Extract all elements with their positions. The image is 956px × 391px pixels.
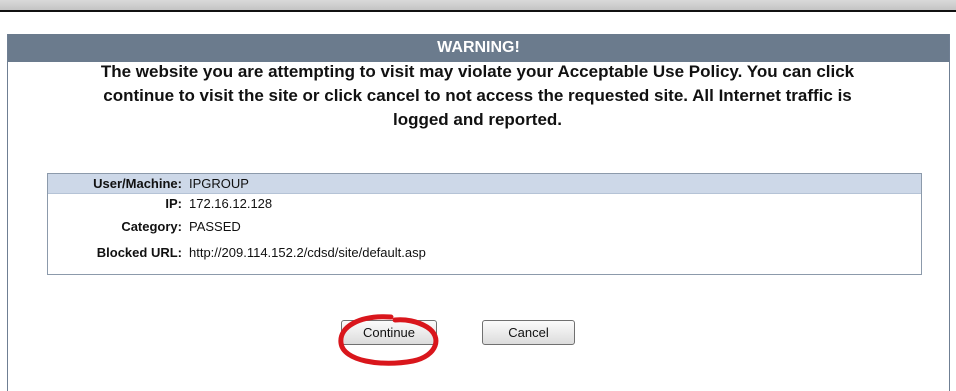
info-value-category: PASSED — [189, 219, 241, 234]
warning-title: WARNING! — [8, 34, 949, 62]
info-row-user-machine: User/Machine: IPGROUP — [48, 174, 921, 194]
continue-button[interactable]: Continue — [341, 320, 437, 345]
policy-message: The website you are attempting to visit … — [7, 60, 948, 132]
policy-message-line-1: The website you are attempting to visit … — [100, 62, 855, 81]
browser-top-bar — [0, 0, 956, 12]
info-row-blocked-url: Blocked URL: http://209.114.152.2/cdsd/s… — [48, 240, 921, 266]
policy-message-line-3: logged and reported. — [392, 110, 563, 129]
info-label-user-machine: User/Machine: — [93, 176, 182, 191]
info-label-category: Category: — [121, 219, 182, 234]
info-row-ip: IP: 172.16.12.128 — [48, 194, 921, 214]
cancel-button[interactable]: Cancel — [482, 320, 575, 345]
info-value-ip: 172.16.12.128 — [189, 196, 273, 211]
info-row-category: Category: PASSED — [48, 214, 921, 240]
policy-message-line-2: continue to visit the site or click canc… — [103, 86, 852, 105]
info-value-user-machine: IPGROUP — [189, 176, 249, 191]
request-info-table: User/Machine: IPGROUP IP: 172.16.12.128 … — [47, 173, 922, 275]
info-label-ip: IP: — [165, 196, 182, 211]
info-label-blocked-url: Blocked URL: — [96, 245, 182, 260]
info-value-blocked-url: http://209.114.152.2/cdsd/site/default.a… — [189, 245, 426, 260]
